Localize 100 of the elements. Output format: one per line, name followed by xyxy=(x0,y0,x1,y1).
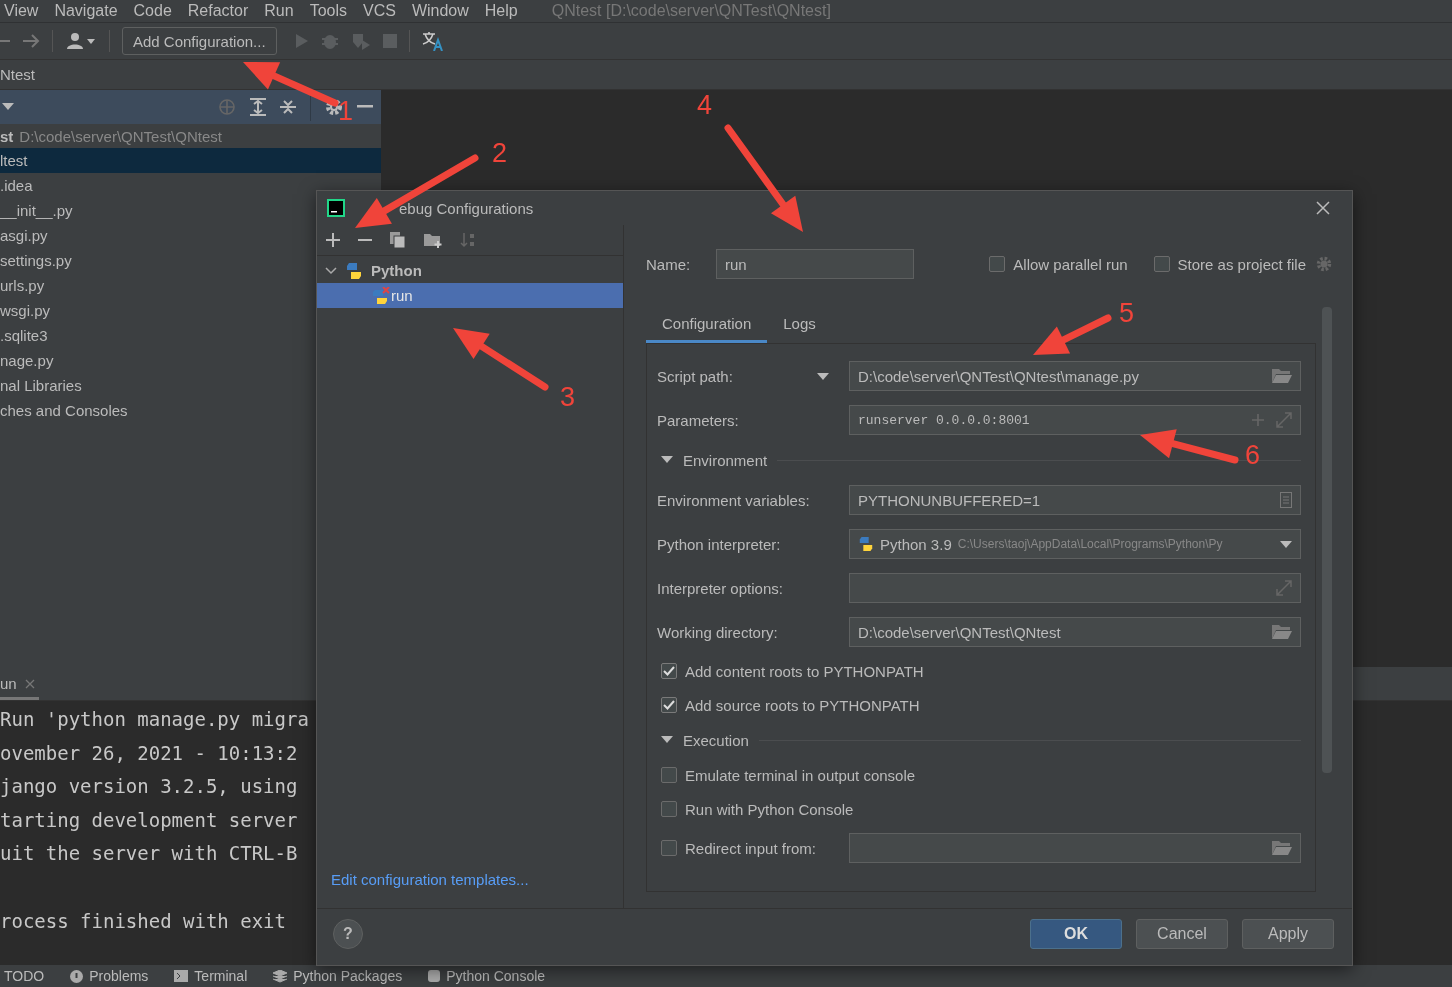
checkbox[interactable]: Emulate terminal in output console xyxy=(661,766,916,784)
dialog-button[interactable]: OK xyxy=(1030,919,1122,949)
console-icon xyxy=(428,970,441,982)
python-icon xyxy=(345,261,363,280)
folder-icon[interactable] xyxy=(1272,625,1292,639)
section-toggle-icon[interactable] xyxy=(661,736,673,744)
close-icon[interactable] xyxy=(24,678,35,689)
field-label: Python interpreter: xyxy=(657,535,782,553)
configuration-item[interactable]: run xyxy=(317,283,623,308)
tab[interactable]: Logs xyxy=(767,307,832,343)
help-button[interactable]: ? xyxy=(333,919,363,949)
checkbox[interactable]: Run with Python Console xyxy=(661,800,854,818)
forward-arrow-icon[interactable] xyxy=(22,33,40,49)
section-toggle-icon[interactable] xyxy=(661,456,673,464)
console-line: rocess finished with exit xyxy=(0,909,286,932)
menu-item[interactable]: Tools xyxy=(309,2,347,20)
menu-item[interactable]: VCS xyxy=(363,2,396,20)
tree-group-label[interactable]: Python xyxy=(371,262,422,279)
field-label: Script path: xyxy=(657,367,734,385)
checkbox[interactable]: Add content roots to PYTHONPATH xyxy=(661,662,924,680)
tab[interactable]: Configuration xyxy=(646,307,768,343)
section-header: Environment xyxy=(683,451,768,469)
add-configuration-button[interactable]: Add Configuration... xyxy=(122,27,277,55)
dropdown-caret-icon[interactable] xyxy=(2,103,14,111)
dialog-title: ebug Configurations xyxy=(399,199,534,217)
tool-window-tab[interactable]: Python Console xyxy=(428,968,546,984)
warning-icon xyxy=(70,969,84,983)
collapse-all-icon[interactable] xyxy=(280,98,296,116)
dialog-button[interactable]: Apply xyxy=(1242,919,1334,949)
console-line: uit the server with CTRL-B xyxy=(0,842,298,865)
field-label: Working directory: xyxy=(657,623,779,641)
copy-icon[interactable] xyxy=(390,232,406,248)
tree-item[interactable]: ltest xyxy=(0,148,381,173)
tool-window-tab[interactable]: Python Packages xyxy=(273,968,403,984)
sort-icon[interactable] xyxy=(460,232,476,248)
document-icon[interactable] xyxy=(1280,492,1292,508)
name-label: Name: xyxy=(646,255,692,273)
tool-window-tab[interactable]: Terminal xyxy=(174,968,248,984)
python-icon xyxy=(858,536,874,552)
python-error-icon xyxy=(371,286,391,305)
interpreter-dropdown[interactable]: Python 3.9 C:\Users\taoj\AppData\Local\Programs\Python\Py xyxy=(849,529,1301,559)
run-icon[interactable] xyxy=(294,33,309,49)
checkbox[interactable]: Add source roots to PYTHONPATH xyxy=(661,696,920,714)
input-field[interactable]: D:\code\server\QNTest\QNtest xyxy=(849,617,1301,647)
tool-window-tab[interactable]: Problems xyxy=(70,968,149,984)
checkmark-icon xyxy=(663,700,675,710)
console-line: jango version 3.2.5, using xyxy=(0,775,298,798)
input-field[interactable] xyxy=(849,573,1301,603)
close-icon[interactable] xyxy=(1316,201,1330,215)
checkmark-icon xyxy=(663,666,675,676)
expand-icon[interactable] xyxy=(1276,580,1292,596)
annotation-number: 6 xyxy=(1245,440,1261,470)
field-label: Parameters: xyxy=(657,411,740,429)
dialog-button[interactable]: Cancel xyxy=(1136,919,1228,949)
menu-item[interactable]: Navigate xyxy=(54,2,118,20)
option-checkbox[interactable]: Store as project file xyxy=(1153,255,1306,273)
annotation-number: 5 xyxy=(1119,298,1135,328)
tool-window-tab[interactable]: TODO xyxy=(4,968,45,984)
section-header: Execution xyxy=(683,731,749,749)
app-logo-icon xyxy=(327,199,345,217)
translate-icon[interactable] xyxy=(421,31,444,51)
project-root-name[interactable]: st xyxy=(0,127,14,145)
menu-item[interactable]: View xyxy=(4,2,39,20)
edit-templates-link[interactable]: Edit configuration templates... xyxy=(317,871,623,908)
folder-icon[interactable] xyxy=(1272,369,1292,383)
menu-item[interactable]: Run xyxy=(264,2,294,20)
menu-item[interactable]: Code xyxy=(133,2,172,20)
menu-item[interactable]: Help xyxy=(484,2,518,20)
user-icon[interactable] xyxy=(65,32,97,50)
annotation-number: 4 xyxy=(697,90,713,120)
terminal-icon xyxy=(174,970,189,982)
option-checkbox[interactable]: Allow parallel run xyxy=(989,255,1128,273)
add-icon[interactable] xyxy=(326,233,340,247)
expand-all-icon[interactable] xyxy=(250,98,266,116)
window-title: QNtest [D:\code\server\QNTest\QNtest] xyxy=(551,2,831,20)
parameters-field[interactable]: runserver 0.0.0.0:8001 xyxy=(849,405,1301,435)
menu-item[interactable]: Refactor xyxy=(187,2,249,20)
field-label: Environment variables: xyxy=(657,491,811,509)
checkbox[interactable]: Redirect input from: xyxy=(661,839,849,857)
input-field[interactable]: D:\code\server\QNTest\QNtest\manage.py xyxy=(849,361,1301,391)
expand-chevron-icon[interactable] xyxy=(325,266,337,275)
dropdown-caret-icon xyxy=(1280,540,1292,548)
coverage-icon[interactable] xyxy=(350,32,371,50)
menu-item[interactable]: Window xyxy=(411,2,469,20)
breadcrumb-item[interactable]: Ntest xyxy=(0,66,35,83)
console-line: Run 'python manage.py migra xyxy=(0,708,309,730)
console-line: ovember 26, 2021 - 10:13:2 xyxy=(0,741,298,764)
folder-icon[interactable] xyxy=(1272,841,1292,855)
debug-icon[interactable] xyxy=(320,32,339,50)
locate-icon[interactable] xyxy=(218,98,236,116)
name-field[interactable]: run xyxy=(716,249,914,279)
input-field[interactable] xyxy=(849,833,1301,863)
stop-icon[interactable] xyxy=(382,34,397,48)
annotation-number: 2 xyxy=(492,138,508,168)
input-field[interactable]: PYTHONUNBUFFERED=1 xyxy=(849,485,1301,515)
minimize-icon[interactable] xyxy=(357,105,373,109)
tree-item[interactable]: .idea xyxy=(0,173,381,198)
new-folder-icon[interactable] xyxy=(424,232,442,248)
expand-icon[interactable] xyxy=(1276,412,1292,428)
dropdown-caret-icon[interactable] xyxy=(817,372,829,380)
